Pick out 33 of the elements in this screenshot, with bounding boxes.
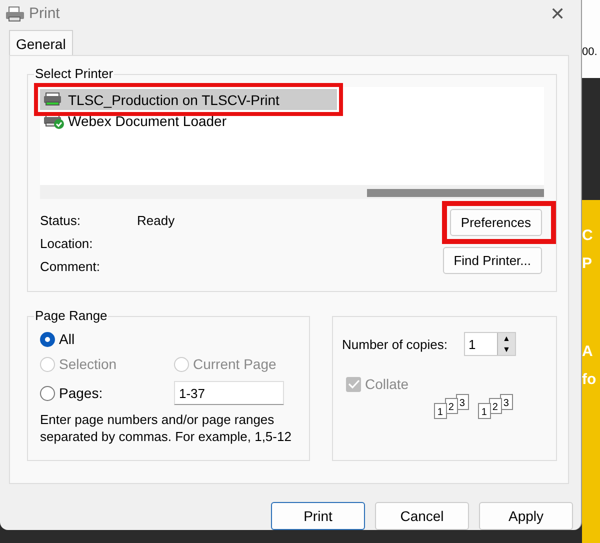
button[interactable]: Find Printer... [442,247,542,274]
field-label: Comment: [40,259,101,276]
field-label: Number of copies: [342,336,448,352]
tab[interactable]: General [9,30,73,56]
copies-spinner[interactable]: 1 ▲ ▼ [464,332,516,356]
background-text: A [582,342,594,362]
close-button[interactable]: ✕ [544,2,571,25]
up-arrow-button[interactable]: ▲ [498,333,516,344]
button[interactable]: Cancel [375,502,469,530]
background-text: C [582,226,594,246]
printer-item[interactable]: Webex Document Loader [40,110,337,132]
button[interactable]: Preferences [450,209,542,236]
down-arrow-button[interactable]: ▼ [498,344,516,356]
check-icon [348,379,360,390]
background-text: fo [582,370,598,390]
printer-item[interactable]: TLSC_Production on TLSCV-Print [40,89,337,110]
button[interactable]: Print [271,502,365,530]
pages-input[interactable]: 1-37 [174,381,284,406]
scrollbar[interactable] [40,185,544,200]
background-text: P [582,254,594,274]
background-text: 00. [582,46,598,58]
field-label: Status: [40,213,82,230]
radio-option[interactable]: Pages: [40,385,174,402]
group-label: Page Range [34,308,108,324]
scrollbar-thumb[interactable] [367,189,544,198]
field-value: Ready [137,213,175,230]
button[interactable]: Apply [479,502,573,530]
radio-option[interactable]: All [40,331,301,348]
hint-text: Enter page numbers and/or page ranges separated by commas. For example, 1,5-12 [40,411,292,446]
field-label: Location: [40,236,94,254]
group-label: Select Printer [34,66,114,82]
window-title: Print [29,5,61,22]
printer-icon [5,6,25,22]
